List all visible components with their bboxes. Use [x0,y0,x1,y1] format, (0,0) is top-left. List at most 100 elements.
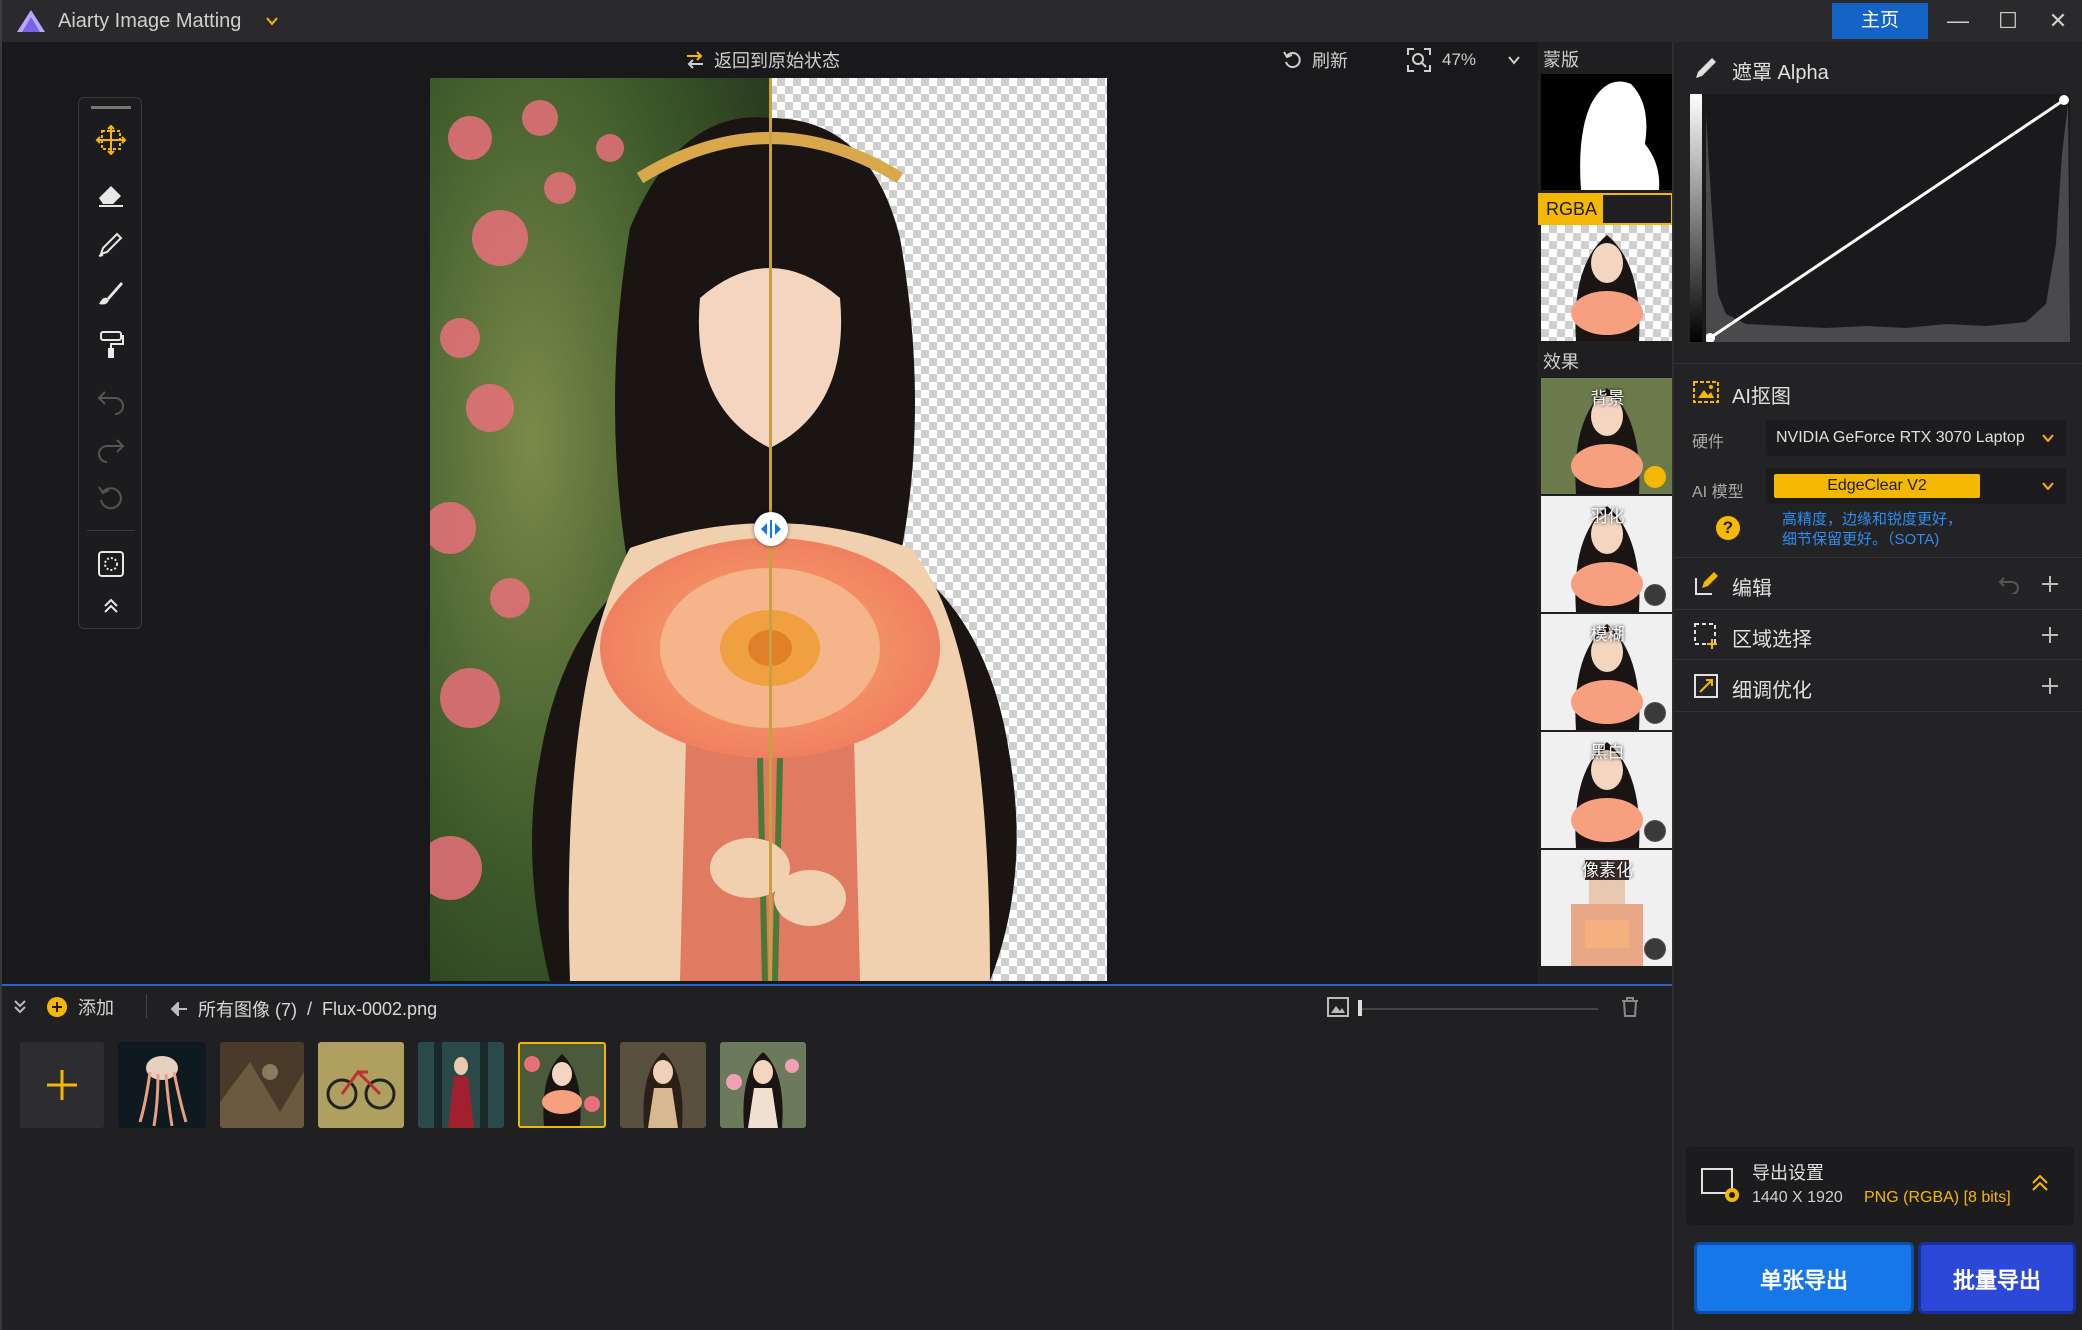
thumbnail-list [20,1042,806,1128]
drag-handle[interactable] [91,106,131,109]
add-thumbnail-button[interactable] [20,1042,104,1128]
brush-tool-button[interactable] [91,274,131,314]
revert-label: 返回到原始状态 [714,51,840,71]
undo-icon[interactable] [1998,574,2022,594]
revert-button[interactable]: 返回到原始状态 [684,47,840,73]
redo-button[interactable] [91,428,131,468]
export-settings[interactable]: 导出设置 1440 X 1920 PNG (RGBA) [8 bits] [1686,1147,2074,1225]
single-export-button[interactable]: 单张导出 [1694,1242,1914,1314]
toggle-dot[interactable] [1644,702,1666,724]
mask-silhouette [1580,81,1660,190]
thumbnail-bicycle[interactable] [318,1042,404,1128]
chevron-down-icon[interactable] [1506,52,1522,68]
plus-icon[interactable] [2040,676,2060,696]
reset-icon [98,486,122,510]
undo-icon [97,391,124,415]
effect-label: 效果 [1543,352,1579,372]
reset-button[interactable] [91,478,131,518]
minimize-button[interactable]: — [1938,6,1978,36]
batch-export-button[interactable]: 批量导出 [1918,1242,2076,1314]
back-arrow-icon[interactable] [170,1002,188,1016]
effect-blur[interactable]: 模糊 [1541,614,1674,730]
eyedropper-icon [1696,58,1716,78]
export-settings-icon [1701,1168,1739,1202]
alpha-curve-editor[interactable] [1690,94,2070,342]
effect-feather[interactable]: 羽化 [1541,496,1674,612]
edit-icon [1695,572,1718,595]
crumb-separator: / [307,998,313,1019]
plus-icon [47,1070,77,1100]
bicycle-thumbnail [318,1042,404,1128]
plus-icon[interactable] [2040,574,2060,594]
thumbnail-jellyfish[interactable] [118,1042,206,1128]
app-logo-icon [17,10,45,32]
brush-icon [99,282,123,305]
toggle-dot[interactable] [1644,820,1666,842]
thumbnail-red-dress[interactable] [418,1042,504,1128]
home-button[interactable]: 主页 [1832,3,1928,39]
tool-palette [78,97,142,629]
preview-strip: 蒙版 效果 背景 羽化 模糊 黑白 像素化 [1537,42,1674,984]
plus-icon[interactable] [2040,625,2060,645]
edit-section[interactable]: 编辑 [1674,558,2082,610]
move-tool-button[interactable] [91,120,131,160]
compare-handle[interactable] [754,512,788,546]
region-section[interactable]: 区域选择 [1674,610,2082,660]
rgba-figure [1571,235,1643,341]
rgba-tag: RGBA [1538,193,1673,225]
region-select-icon [98,551,124,577]
region-tool-button[interactable] [91,544,131,584]
effect-grayscale[interactable]: 黑白 [1541,732,1674,848]
main-image-canvas[interactable] [430,78,1107,981]
effect-name: 黑白 [1590,743,1625,762]
roller-tool-button[interactable] [91,324,131,364]
effect-pixelate[interactable]: 像素化 [1541,850,1674,966]
add-image-button[interactable]: 添加 [46,994,114,1020]
hardware-select[interactable]: NVIDIA GeForce RTX 3070 Laptop [1766,420,2066,456]
chevron-up-double-icon[interactable] [2028,1171,2052,1195]
zoom-icon [1407,48,1431,72]
close-button[interactable]: ✕ [2038,6,2078,36]
alpha-title: 遮罩 Alpha [1732,62,1829,84]
slider-handle[interactable] [1358,1000,1362,1016]
refresh-label: 刷新 [1312,51,1348,71]
toggle-dot[interactable] [1644,938,1666,960]
refresh-icon [1283,51,1301,69]
crumb-all-images[interactable]: 所有图像 (7) [198,996,297,1022]
image-size-icon [1327,997,1349,1017]
trash-icon[interactable] [1620,996,1640,1018]
maximize-button[interactable]: ☐ [1988,6,2028,36]
export-format: PNG (RGBA) [8 bits] [1864,1189,2011,1206]
thumbnail-flower-girl[interactable] [518,1042,606,1128]
pen-tool-button[interactable] [91,224,131,264]
forest-thumbnail [220,1042,304,1128]
zoom-value: 47% [1442,50,1477,69]
eraser-tool-button[interactable] [91,174,131,214]
effect-background[interactable]: 背景 [1541,378,1674,494]
add-label: 添加 [78,998,114,1018]
chevron-down-icon[interactable] [264,13,280,29]
thumbnail-portrait-3[interactable] [720,1042,806,1128]
thumbnail-forest[interactable] [220,1042,304,1128]
model-label: AI 模型 [1692,484,1744,501]
refresh-button[interactable]: 刷新 [1282,47,1348,73]
pen-icon [98,232,123,257]
collapse-tools-button[interactable] [91,586,131,626]
checkmark-icon [1644,466,1666,488]
toggle-dot[interactable] [1644,584,1666,606]
chevron-down-double-icon[interactable] [12,998,28,1014]
zoom-control[interactable]: 47% [1406,47,1522,73]
chevron-down-icon [2042,482,2054,491]
effect-name: 模糊 [1590,625,1625,644]
paint-roller-icon [100,331,124,358]
refine-section[interactable]: 细调优化 [1674,660,2082,712]
swap-arrows-icon [687,51,703,69]
thumbnail-size-slider[interactable] [1358,1008,1598,1010]
rgba-preview[interactable] [1541,225,1674,341]
portrait-thumbnail [720,1042,806,1128]
help-icon[interactable]: ? [1716,516,1740,540]
mask-preview[interactable] [1541,74,1674,190]
undo-button[interactable] [91,380,131,420]
thumbnail-portrait-2[interactable] [620,1042,706,1128]
model-select[interactable]: EdgeClear V2 [1766,468,2066,504]
